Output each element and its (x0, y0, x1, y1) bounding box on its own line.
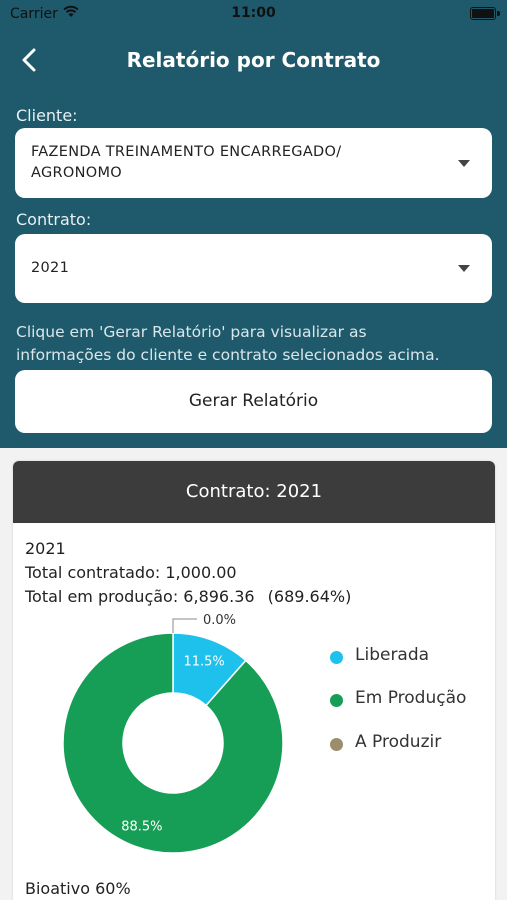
donut-slice-em-produção (62, 632, 284, 854)
legend-label: Em Produção (355, 688, 467, 708)
gerar-relatorio-button[interactable]: Gerar Relatório (15, 370, 492, 433)
cliente-value-line2: AGRONOMO (31, 165, 122, 181)
legend-dot (330, 651, 343, 664)
total-contratado: Total contratado: 1,000.00 (25, 563, 237, 582)
cliente-label: Cliente: (16, 106, 78, 125)
product-label: Bioativo 60% (25, 879, 131, 898)
header-panel: Carrier 11:00 Relatório por Contrato Cli… (0, 0, 507, 448)
contract-year: 2021 (25, 539, 66, 558)
clock: 11:00 (231, 5, 276, 21)
chevron-down-icon (458, 160, 470, 167)
instruction-line1: Clique em 'Gerar Relatório' para visuali… (16, 323, 367, 341)
contrato-label: Contrato: (16, 210, 92, 229)
legend-dot (330, 738, 343, 751)
slice-value-label: 11.5% (183, 655, 224, 670)
instruction-text: Clique em 'Gerar Relatório' para visuali… (16, 321, 496, 367)
status-bar: Carrier 11:00 (0, 0, 507, 28)
chevron-down-icon (458, 265, 470, 272)
legend-label: Liberada (355, 645, 430, 665)
legend-dot (330, 694, 343, 707)
battery-icon (470, 7, 500, 20)
report-card: Contrato: 2021 2021 Total contratado: 1,… (13, 461, 495, 900)
instruction-line2: informações do cliente e contrato seleci… (16, 346, 440, 364)
contrato-select[interactable]: 2021 (15, 234, 492, 303)
contrato-value: 2021 (31, 260, 70, 276)
card-header: Contrato: 2021 (13, 461, 495, 523)
slice-value-label: 88.5% (121, 819, 162, 834)
page-title: Relatório por Contrato (126, 48, 381, 72)
slice-value-label: 0.0% (203, 613, 236, 628)
cliente-value-line1: FAZENDA TREINAMENTO ENCARREGADO/ (31, 144, 342, 160)
cliente-select[interactable]: FAZENDA TREINAMENTO ENCARREGADO/ AGRONOM… (15, 128, 492, 198)
donut-chart: 11.5% 88.5% 0.0% (62, 613, 284, 854)
slice-leader-line (172, 618, 197, 633)
legend-label: A Produzir (355, 732, 442, 752)
